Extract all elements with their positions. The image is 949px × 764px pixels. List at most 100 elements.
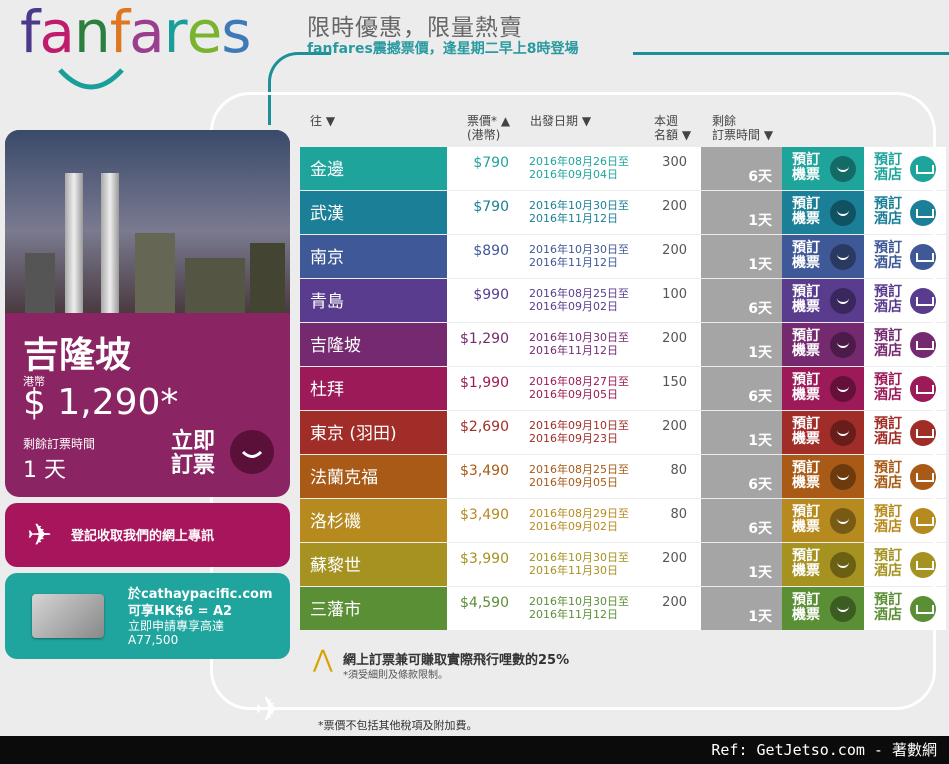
smile-icon[interactable]	[230, 430, 274, 474]
destination-name: 法蘭克福	[310, 468, 378, 488]
book-flight-button[interactable]: 預訂機票	[782, 191, 864, 234]
date-from: 2016年10月30日至	[529, 551, 629, 564]
book-hotel-button[interactable]: 預訂酒店	[864, 411, 946, 454]
featured-city: 吉隆坡	[23, 335, 132, 376]
header-decor-line	[633, 52, 949, 55]
weekly-quota: 200	[662, 419, 687, 434]
sort-by-remaining[interactable]: 剩餘 訂票時間 ▼	[712, 114, 773, 142]
book-hotel-button[interactable]: 預訂酒店	[864, 191, 946, 234]
fare-details: $1,990 2016年08月27日至 2016年09月05日 150	[447, 367, 701, 410]
logo-letter: n	[73, 0, 111, 66]
book-flight-button[interactable]: 預訂機票	[782, 499, 864, 542]
book-flight-label: 預訂機票	[792, 460, 820, 491]
book-flight-label: 預訂機票	[792, 592, 820, 623]
fare-details: $4,590 2016年10月30日至 2016年11月12日 200	[447, 587, 701, 630]
book-hotel-button[interactable]: 預訂酒店	[864, 323, 946, 366]
book-flight-button[interactable]: 預訂機票	[782, 587, 864, 630]
logo-letter: r	[163, 0, 188, 66]
logo-letter: f	[20, 0, 40, 66]
book-hotel-button[interactable]: 預訂酒店	[864, 543, 946, 586]
logo-letter: s	[221, 0, 251, 66]
fare-price: $990	[473, 287, 509, 303]
airplane-icon: ✈	[255, 690, 284, 730]
destination-cell[interactable]: 洛杉磯	[300, 499, 447, 542]
smile-icon	[830, 596, 856, 622]
bed-icon	[910, 376, 936, 402]
book-hotel-button[interactable]: 預訂酒店	[864, 235, 946, 278]
fanfares-logo[interactable]: fanfares	[20, 2, 270, 97]
book-flight-button[interactable]: 預訂機票	[782, 455, 864, 498]
book-hotel-button[interactable]: 預訂酒店	[864, 499, 946, 542]
book-hotel-label: 預訂酒店	[874, 548, 902, 579]
fare-price: $3,490	[460, 507, 509, 523]
book-flight-label: 預訂機票	[792, 152, 820, 183]
remaining-value: 6天	[748, 477, 772, 493]
ref-bar: Ref: GetJetso.com - 著數網	[0, 736, 949, 764]
book-hotel-button[interactable]: 預訂酒店	[864, 587, 946, 630]
destination-cell[interactable]: 金邊	[300, 147, 447, 190]
fare-details: $3,990 2016年10月30日至 2016年11月30日 200	[447, 543, 701, 586]
table-row: 洛杉磯 $3,490 2016年08月29日至 2016年09月02日 80 6天 預訂機票…	[300, 499, 946, 542]
fare-details: $990 2016年08月25日至 2016年09月02日 100	[447, 279, 701, 322]
destination-cell[interactable]: 杜拜	[300, 367, 447, 410]
book-flight-button[interactable]: 預訂機票	[782, 323, 864, 366]
book-hotel-button[interactable]: 預訂酒店	[864, 455, 946, 498]
fare-details: $790 2016年08月26日至 2016年09月04日 300	[447, 147, 701, 190]
featured-destination-card[interactable]: 吉隆坡 港幣 $ 1,290* 剩餘訂票時間 1 天 立即訂票	[5, 130, 290, 497]
book-flight-button[interactable]: 預訂機票	[782, 235, 864, 278]
newsletter-signup-banner[interactable]: ✈ 登記收取我們的網上專訊	[5, 503, 290, 567]
book-flight-label: 預訂機票	[792, 284, 820, 315]
date-from: 2016年08月25日至	[529, 463, 629, 476]
book-flight-button[interactable]: 預訂機票	[782, 543, 864, 586]
date-to: 2016年09月05日	[529, 476, 618, 489]
table-row: 青島 $990 2016年08月25日至 2016年09月02日 100 6天 預訂機票 預訂…	[300, 279, 946, 322]
destination-cell[interactable]: 蘇黎世	[300, 543, 447, 586]
book-flight-label: 預訂機票	[792, 240, 820, 271]
book-flight-label: 預訂機票	[792, 328, 820, 359]
sort-by-quota[interactable]: 本週 名額 ▼	[654, 114, 691, 142]
book-flight-button[interactable]: 預訂機票	[782, 279, 864, 322]
destination-cell[interactable]: 南京	[300, 235, 447, 278]
destination-cell[interactable]: 法蘭克福	[300, 455, 447, 498]
destination-cell[interactable]: 武漢	[300, 191, 447, 234]
remaining-time: 6天	[701, 499, 782, 542]
destination-cell[interactable]: 東京 (羽田)	[300, 411, 447, 454]
logo-smile-icon	[56, 54, 126, 114]
book-flight-button[interactable]: 預訂機票	[782, 367, 864, 410]
amex-promo-banner[interactable]: 於cathaypacific.com 可享HK$6 = A2 立即申請專享高達 …	[5, 573, 290, 659]
smile-icon	[830, 200, 856, 226]
book-hotel-label: 預訂酒店	[874, 284, 902, 315]
smile-icon	[830, 376, 856, 402]
book-hotel-label: 預訂酒店	[874, 328, 902, 359]
destination-cell[interactable]: 吉隆坡	[300, 323, 447, 366]
sort-by-destination[interactable]: 往 ▼	[310, 114, 335, 128]
logo-letter: e	[186, 0, 223, 66]
book-hotel-button[interactable]: 預訂酒店	[864, 147, 946, 190]
promo-title: 限時優惠，限量熱賣	[307, 15, 523, 41]
book-hotel-button[interactable]: 預訂酒店	[864, 279, 946, 322]
fare-footnote: *票價不包括其他稅項及附加費。	[318, 719, 478, 732]
amex-line4: A77,500	[128, 633, 179, 647]
book-hotel-button[interactable]: 預訂酒店	[864, 367, 946, 410]
book-hotel-label: 預訂酒店	[874, 504, 902, 535]
smile-icon	[830, 332, 856, 358]
destination-name: 青島	[310, 292, 344, 312]
weekly-quota: 200	[662, 331, 687, 346]
book-flight-button[interactable]: 預訂機票	[782, 411, 864, 454]
date-to: 2016年11月12日	[529, 256, 618, 269]
weekly-quota: 80	[670, 463, 687, 478]
date-to: 2016年09月02日	[529, 520, 618, 533]
airplane-icon: ✈	[27, 518, 53, 553]
sort-by-fare[interactable]: 票價* ▲ (港幣)	[467, 114, 510, 142]
destination-cell[interactable]: 青島	[300, 279, 447, 322]
bed-icon	[910, 200, 936, 226]
bed-icon	[910, 156, 936, 182]
sort-by-date[interactable]: 出發日期 ▼	[530, 114, 591, 128]
fare-price: $790	[473, 199, 509, 215]
featured-book-now-button[interactable]: 立即訂票	[171, 430, 219, 478]
book-flight-button[interactable]: 預訂機票	[782, 147, 864, 190]
smile-icon	[830, 244, 856, 270]
table-row: 吉隆坡 $1,290 2016年10月30日至 2016年11月12日 200 1天 預訂機…	[300, 323, 946, 366]
destination-cell[interactable]: 三藩市	[300, 587, 447, 630]
remaining-time: 1天	[701, 411, 782, 454]
